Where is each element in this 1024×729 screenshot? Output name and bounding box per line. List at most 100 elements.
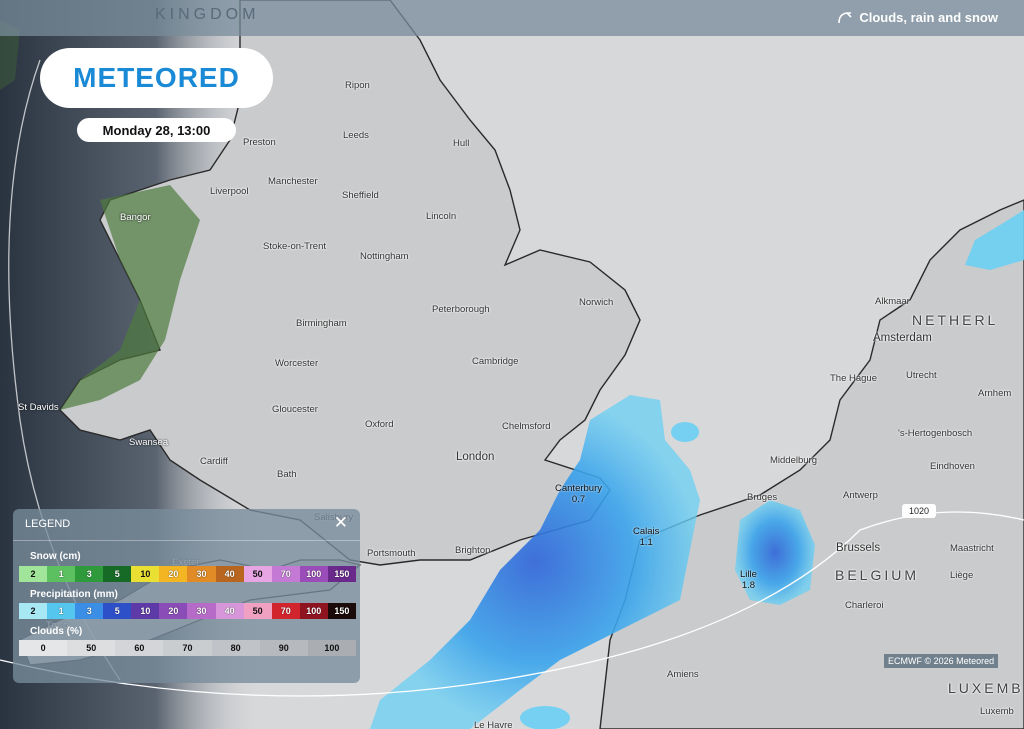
- place-label: Bath: [277, 469, 297, 480]
- forecast-time[interactable]: Monday 28, 13:00: [77, 118, 236, 142]
- precipitation-scale-cell: 70: [271, 603, 300, 619]
- snow-scale-cell: 20: [159, 566, 188, 582]
- precip-value: 1.8: [741, 580, 756, 591]
- precipitation-scale-label: Precipitation (mm): [30, 589, 118, 600]
- precip-reading: Lille 1.8: [740, 569, 757, 591]
- place-label: Cardiff: [200, 456, 228, 467]
- country-label: NETHERL: [912, 312, 999, 328]
- place-label: Maastricht: [950, 543, 994, 554]
- legend-title: LEGEND: [25, 518, 71, 530]
- country-label: LUXEMB: [948, 680, 1024, 696]
- clouds-scale-cell: 90: [259, 640, 308, 656]
- place-label: Preston: [243, 137, 276, 148]
- place-label: Alkmaar: [875, 296, 910, 307]
- place-label: London: [456, 451, 495, 463]
- close-icon[interactable]: ✕: [334, 513, 348, 533]
- precip-value: 0.7: [571, 494, 586, 505]
- meteored-logo[interactable]: METEORED: [40, 48, 273, 108]
- place-label: Oxford: [365, 419, 394, 430]
- place-label: Liège: [950, 570, 974, 581]
- place-label: Leeds: [343, 130, 369, 141]
- snow-scale-cell: 30: [187, 566, 216, 582]
- place-label: Brighton: [455, 545, 491, 556]
- top-bar: KINGDOM Clouds, rain and snow: [0, 0, 1024, 36]
- place-label: Liverpool: [210, 186, 249, 197]
- clouds-scale-cell: 100: [307, 640, 356, 656]
- layer-label: Clouds, rain and snow: [859, 10, 998, 25]
- place-label: Brussels: [836, 542, 881, 554]
- precip-place-name: Calais: [633, 526, 660, 537]
- snow-scale-cell: 3: [75, 566, 104, 582]
- clouds-scale-cell: 50: [67, 640, 116, 656]
- precipitation-scale-cell: 2: [19, 603, 48, 619]
- snow-scale-cell: 1: [47, 566, 76, 582]
- country-label-kingdom: KINGDOM: [155, 6, 260, 23]
- clouds-scale-cell: 80: [211, 640, 260, 656]
- place-label: Lincoln: [426, 211, 457, 222]
- snow-scale-label: Snow (cm): [30, 551, 81, 562]
- clouds-scale: 0 50 60 70 80 90 100: [19, 640, 356, 656]
- place-label: Cambridge: [472, 356, 519, 367]
- snow-scale-cell: 10: [131, 566, 160, 582]
- precipitation-scale-cell: 100: [299, 603, 328, 619]
- place-label: St Davids: [18, 402, 59, 413]
- precipitation-scale-cell: 10: [131, 603, 160, 619]
- legend-divider: [13, 540, 360, 541]
- place-label: Swansea: [129, 437, 169, 448]
- precipitation-scale-cell: 40: [215, 603, 244, 619]
- place-label: Portsmouth: [367, 548, 416, 559]
- place-label: Middelburg: [770, 455, 817, 466]
- place-label: Manchester: [268, 176, 318, 187]
- precipitation-scale-cell: 50: [243, 603, 272, 619]
- logo-text: METEORED: [73, 62, 240, 93]
- place-label: Antwerp: [843, 490, 878, 501]
- map-credit: ECMWF © 2026 Meteored: [884, 654, 999, 668]
- place-label: Bruges: [747, 492, 778, 503]
- place-label: Utrecht: [906, 370, 937, 381]
- place-label: Bangor: [120, 212, 151, 223]
- place-label: Birmingham: [296, 318, 347, 329]
- precip-reading: Canterbury 0.7: [555, 483, 602, 505]
- place-label: Norwich: [579, 297, 614, 308]
- precipitation-scale-cell: 20: [159, 603, 188, 619]
- place-label: Eindhoven: [930, 461, 975, 472]
- place-label: 's-Hertogenbosch: [898, 428, 973, 439]
- place-label: Charleroi: [845, 600, 884, 611]
- place-label: Amiens: [667, 669, 699, 680]
- precipitation-scale-cell: 5: [103, 603, 132, 619]
- cloud-rain-icon: [838, 11, 852, 23]
- place-label: Peterborough: [432, 304, 490, 315]
- precipitation-scale-cell: 150: [327, 603, 356, 619]
- layer-selector[interactable]: Clouds, rain and snow: [837, 10, 998, 25]
- snow-scale-cell: 40: [215, 566, 244, 582]
- clouds-scale-cell: 60: [115, 640, 164, 656]
- snow-scale-cell: 2: [19, 566, 48, 582]
- clouds-scale-label: Clouds (%): [30, 626, 83, 637]
- snow-scale: 2 1 3 5 10 20 30 40 50 70 100 150: [19, 566, 356, 582]
- snow-scale-cell: 50: [243, 566, 272, 582]
- place-label: Amsterdam: [873, 332, 932, 344]
- precip-reading: Calais 1.1: [633, 526, 659, 548]
- place-label: Luxemb: [980, 706, 1014, 717]
- place-label: Ripon: [345, 80, 370, 91]
- place-label: Le Havre: [474, 720, 513, 729]
- snow-scale-cell: 100: [299, 566, 328, 582]
- precip-value: 1.1: [639, 537, 653, 548]
- snow-scale-cell: 5: [103, 566, 132, 582]
- precip-place-name: Lille: [740, 569, 757, 580]
- snow-scale-cell: 70: [271, 566, 300, 582]
- precipitation-scale-cell: 1: [47, 603, 76, 619]
- place-label: Worcester: [275, 358, 319, 369]
- place-label: Nottingham: [360, 251, 409, 262]
- legend-panel: LEGEND ✕ Snow (cm) 2 1 3 5 10 20 30 40 50 70 100 15…: [13, 509, 360, 683]
- precipitation-scale-cell: 30: [187, 603, 216, 619]
- place-label: Arnhem: [978, 388, 1012, 399]
- precip-place-name: Canterbury: [555, 483, 602, 494]
- place-label: Sheffield: [342, 190, 379, 201]
- place-label: Chelmsford: [502, 421, 551, 432]
- place-label: Hull: [453, 138, 470, 149]
- place-label: Gloucester: [272, 404, 318, 415]
- precipitation-scale: 2 1 3 5 10 20 30 40 50 70 100 150: [19, 603, 356, 619]
- isobar-pressure-label: 1020: [902, 504, 936, 518]
- clouds-scale-cell: 70: [163, 640, 212, 656]
